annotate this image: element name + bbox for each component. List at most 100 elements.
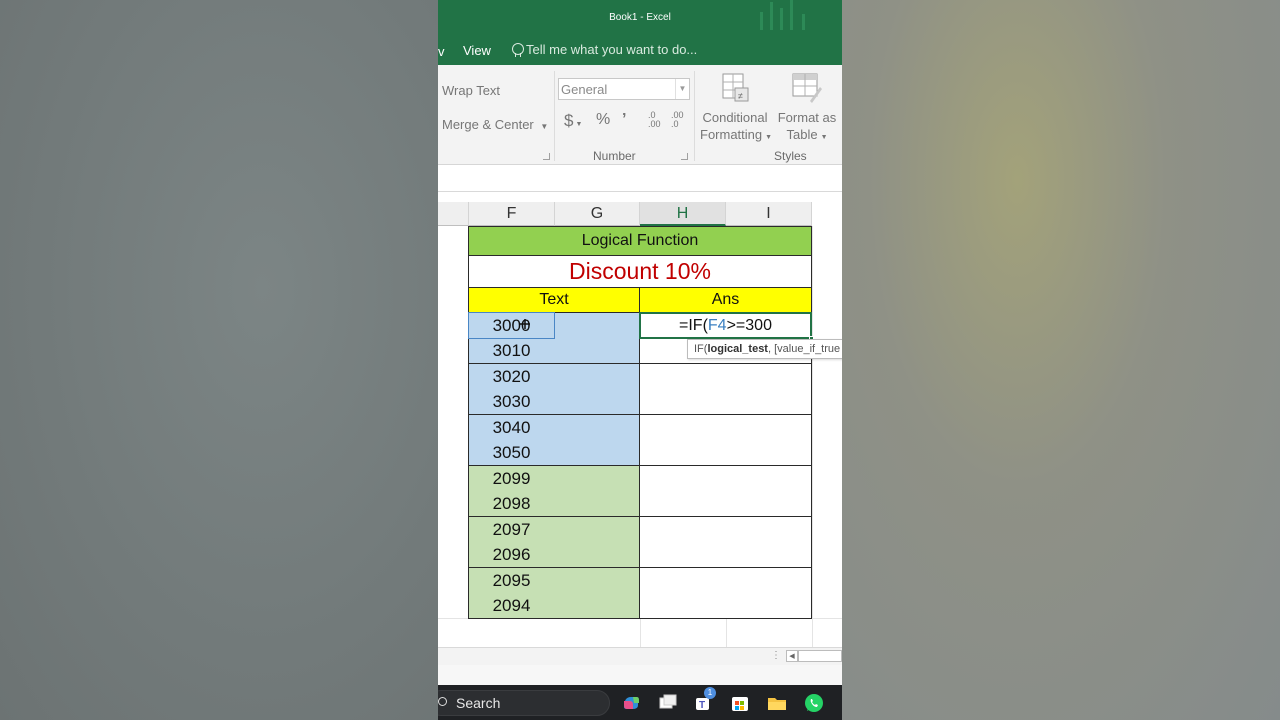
wrap-text-button[interactable]: Wrap Text bbox=[442, 83, 500, 98]
formula-prefix: =IF( bbox=[679, 317, 708, 334]
ans-header-cell[interactable]: Ans bbox=[639, 287, 812, 313]
tooltip-rest: , [value_if_true bbox=[767, 343, 841, 355]
store-icon[interactable] bbox=[730, 693, 750, 713]
title-bar-decoration bbox=[758, 0, 828, 40]
ribbon: Wrap Text Merge & Center ▼ General ▼ $ ▼ … bbox=[438, 65, 842, 165]
tab-review-partial[interactable]: v bbox=[438, 44, 445, 59]
comma-style-button[interactable]: ’ bbox=[622, 111, 626, 129]
text-cell[interactable]: 3030 bbox=[468, 389, 555, 415]
text-cell[interactable]: 2097 bbox=[468, 517, 555, 543]
increase-decimal-button[interactable]: .0 .00 bbox=[648, 111, 661, 129]
tell-me-text: Tell me what you want to do... bbox=[526, 42, 698, 57]
format-as-table-icon bbox=[792, 73, 822, 103]
blank-cell[interactable] bbox=[554, 466, 640, 492]
tell-me-search[interactable]: Tell me what you want to do... bbox=[512, 42, 697, 57]
text-cell[interactable]: 2095 bbox=[468, 568, 555, 594]
column-header-g[interactable]: G bbox=[555, 202, 640, 226]
copilot-icon[interactable] bbox=[621, 693, 641, 713]
ans-cell[interactable] bbox=[639, 517, 812, 543]
blank-cell[interactable] bbox=[554, 491, 640, 517]
conditional-formatting-button[interactable]: Conditional Formatting ▼ bbox=[700, 109, 772, 146]
styles-group-label: Styles bbox=[774, 149, 807, 163]
chevron-down-icon[interactable]: ▼ bbox=[675, 79, 689, 99]
splitter-handle[interactable]: ⋮ bbox=[771, 650, 781, 661]
text-cell[interactable]: 3040 bbox=[468, 415, 555, 441]
sheet-title-cell[interactable]: Logical Function bbox=[468, 226, 812, 256]
tooltip-arg: logical_test bbox=[707, 343, 768, 355]
chevron-down-icon: ▼ bbox=[820, 134, 828, 141]
ans-cell[interactable] bbox=[639, 542, 812, 568]
conditional-formatting-line1: Conditional bbox=[702, 110, 768, 125]
ribbon-divider bbox=[554, 71, 555, 161]
tab-view[interactable]: View bbox=[463, 43, 491, 58]
row-header-stub bbox=[438, 202, 469, 226]
svg-text:T: T bbox=[699, 700, 705, 711]
background-left-blur bbox=[0, 0, 438, 720]
blank-cell[interactable] bbox=[554, 389, 640, 415]
ans-cell[interactable] bbox=[639, 389, 812, 415]
decrease-decimal-button[interactable]: .00 .0 bbox=[671, 111, 684, 129]
number-format-select[interactable]: General ▼ bbox=[558, 78, 690, 100]
text-header-cell[interactable]: Text bbox=[468, 287, 640, 313]
ans-cell[interactable] bbox=[639, 466, 812, 492]
chevron-down-icon: ▼ bbox=[540, 122, 549, 131]
tooltip-fn: IF( bbox=[694, 343, 708, 355]
blank-cell[interactable] bbox=[554, 568, 640, 594]
text-cell[interactable]: 2099 bbox=[468, 466, 555, 492]
ans-cell[interactable] bbox=[639, 593, 812, 619]
number-format-value: General bbox=[561, 82, 608, 97]
horizontal-scrollbar[interactable] bbox=[798, 650, 842, 662]
formula-reference: F4 bbox=[707, 317, 727, 334]
worksheet-grid[interactable]: F G H I Logical Function Discount 10% Te… bbox=[438, 192, 842, 647]
text-cell[interactable]: 3050 bbox=[468, 440, 555, 466]
ans-cell[interactable] bbox=[639, 568, 812, 594]
currency-button[interactable]: $ ▼ bbox=[564, 111, 582, 131]
active-cell-formula[interactable]: =IF(F4>=300 bbox=[639, 312, 814, 341]
scroll-left-icon[interactable]: ◀ bbox=[786, 650, 798, 662]
column-header-h[interactable]: H bbox=[640, 202, 726, 226]
blank-cell[interactable] bbox=[554, 338, 640, 364]
column-header-i[interactable]: I bbox=[726, 202, 812, 226]
formula-bar-area bbox=[438, 174, 842, 192]
merge-center-label: Merge & Center bbox=[442, 117, 534, 132]
blank-cell[interactable] bbox=[554, 415, 640, 441]
file-explorer-icon[interactable] bbox=[767, 693, 787, 713]
task-view-icon[interactable] bbox=[658, 693, 678, 713]
status-strip bbox=[438, 665, 842, 685]
crosshair-cursor-icon bbox=[520, 319, 530, 329]
sheet-scroll-bar: ⋮ ◀ bbox=[438, 647, 842, 665]
svg-text:≠: ≠ bbox=[738, 91, 743, 101]
formula-suffix: >=300 bbox=[726, 317, 772, 334]
column-header-f[interactable]: F bbox=[469, 202, 555, 226]
ans-cell[interactable] bbox=[639, 440, 812, 466]
blank-cell[interactable] bbox=[554, 313, 640, 339]
text-cell[interactable]: 3020 bbox=[468, 364, 555, 390]
text-cell[interactable]: 3010 bbox=[468, 338, 555, 364]
background-right-blur bbox=[842, 0, 1280, 720]
format-as-table-line1: Format as bbox=[777, 110, 837, 125]
ans-cell[interactable] bbox=[639, 491, 812, 517]
whatsapp-icon[interactable] bbox=[804, 693, 824, 713]
blank-cell[interactable] bbox=[554, 364, 640, 390]
blank-cell[interactable] bbox=[554, 517, 640, 543]
function-tooltip: IF(logical_test, [value_if_true bbox=[687, 339, 842, 359]
discount-cell[interactable]: Discount 10% bbox=[468, 255, 812, 288]
text-cell[interactable]: 2094 bbox=[468, 593, 555, 619]
alignment-launcher-icon[interactable] bbox=[543, 153, 550, 160]
blank-cell[interactable] bbox=[554, 542, 640, 568]
blank-cell[interactable] bbox=[554, 440, 640, 466]
merge-center-button[interactable]: Merge & Center ▼ bbox=[442, 117, 548, 132]
text-cell[interactable]: 2098 bbox=[468, 491, 555, 517]
text-cell[interactable]: 2096 bbox=[468, 542, 555, 568]
format-as-table-button[interactable]: Format as Table ▼ bbox=[775, 109, 839, 146]
blank-cell[interactable] bbox=[554, 593, 640, 619]
percent-button[interactable]: % bbox=[596, 111, 610, 129]
dollar-icon: $ bbox=[564, 111, 574, 130]
taskbar-search-label: Search bbox=[456, 695, 501, 711]
search-icon bbox=[438, 697, 447, 706]
text-cell[interactable]: 3000 bbox=[468, 313, 555, 339]
ans-cell[interactable] bbox=[639, 415, 812, 441]
number-launcher-icon[interactable] bbox=[681, 153, 688, 160]
conditional-formatting-icon: ≠ bbox=[722, 73, 749, 102]
ans-cell[interactable] bbox=[639, 364, 812, 390]
